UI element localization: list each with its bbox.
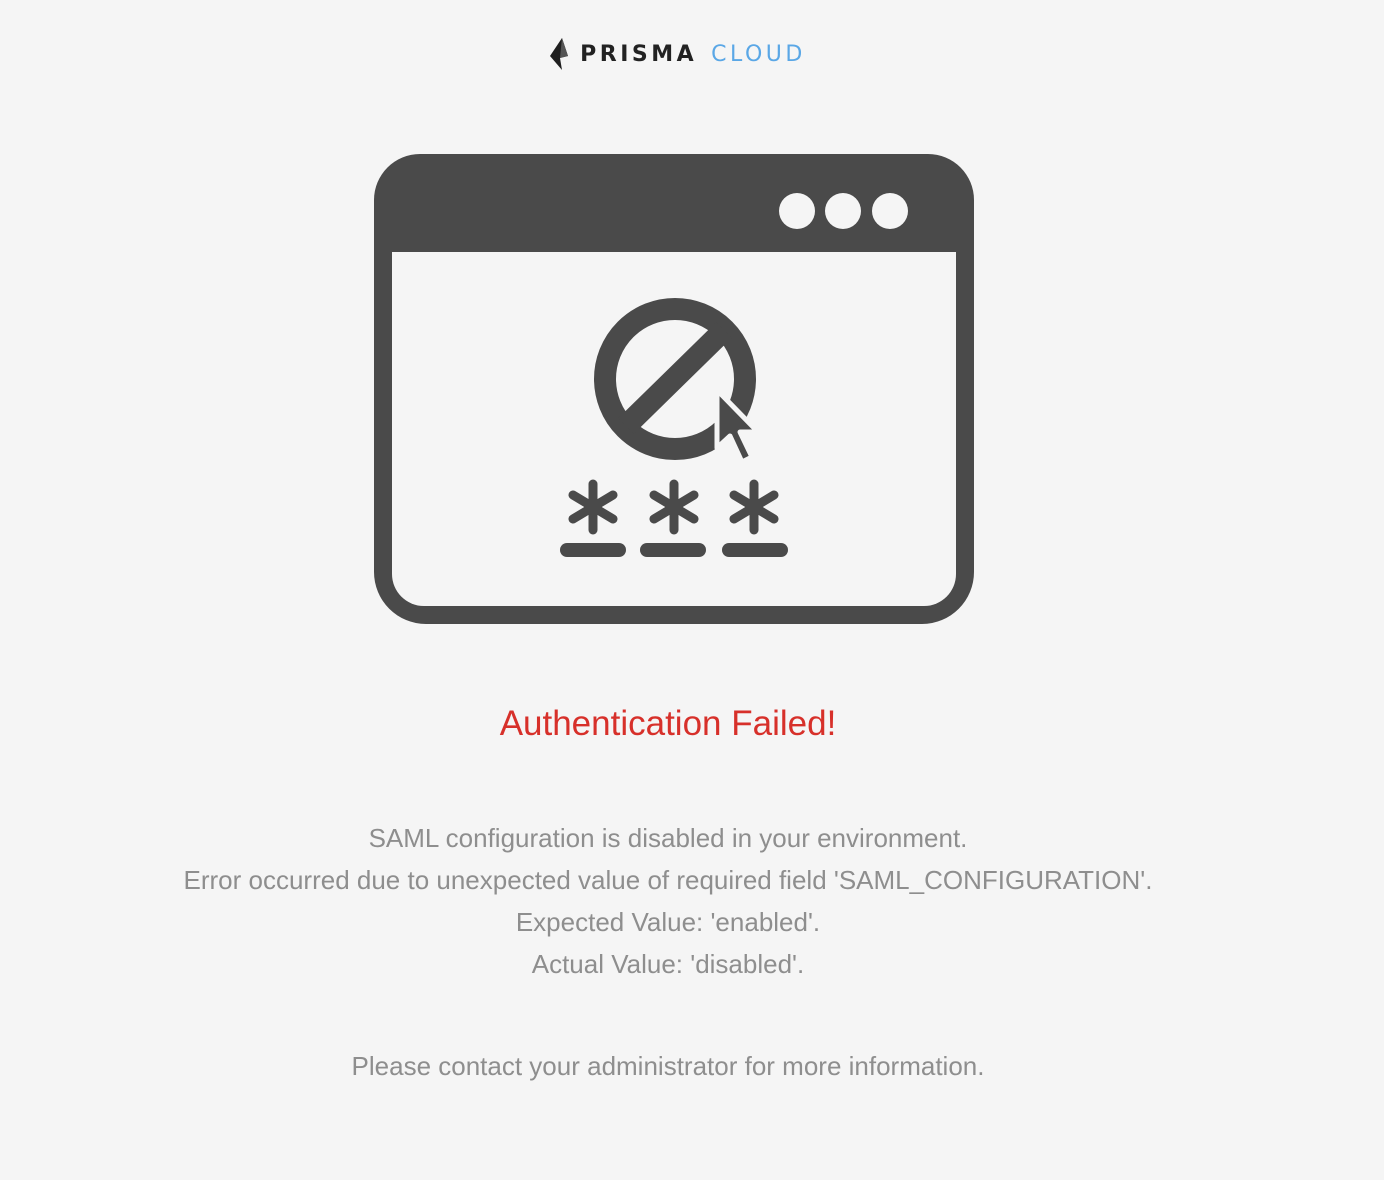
error-title: Authentication Failed!: [499, 704, 837, 743]
prisma-logo-icon: [550, 38, 569, 70]
brand-logo: PRISMA CLOUD: [0, 34, 1384, 74]
error-message: SAML configuration is disabled in your e…: [0, 817, 1360, 985]
error-message-line: SAML configuration is disabled in your e…: [368, 823, 968, 853]
browser-window-blocked-login-icon: [374, 154, 974, 624]
contact-admin-message: Please contact your administrator for mo…: [351, 1051, 985, 1081]
error-message-line: Actual Value: 'disabled'.: [531, 949, 805, 979]
error-message-line: Expected Value: 'enabled'.: [515, 907, 821, 937]
brand-name-primary: PRISMA: [580, 41, 698, 67]
brand-name-secondary: CLOUD: [711, 41, 806, 67]
error-message-line: Error occurred due to unexpected value o…: [183, 865, 1153, 895]
